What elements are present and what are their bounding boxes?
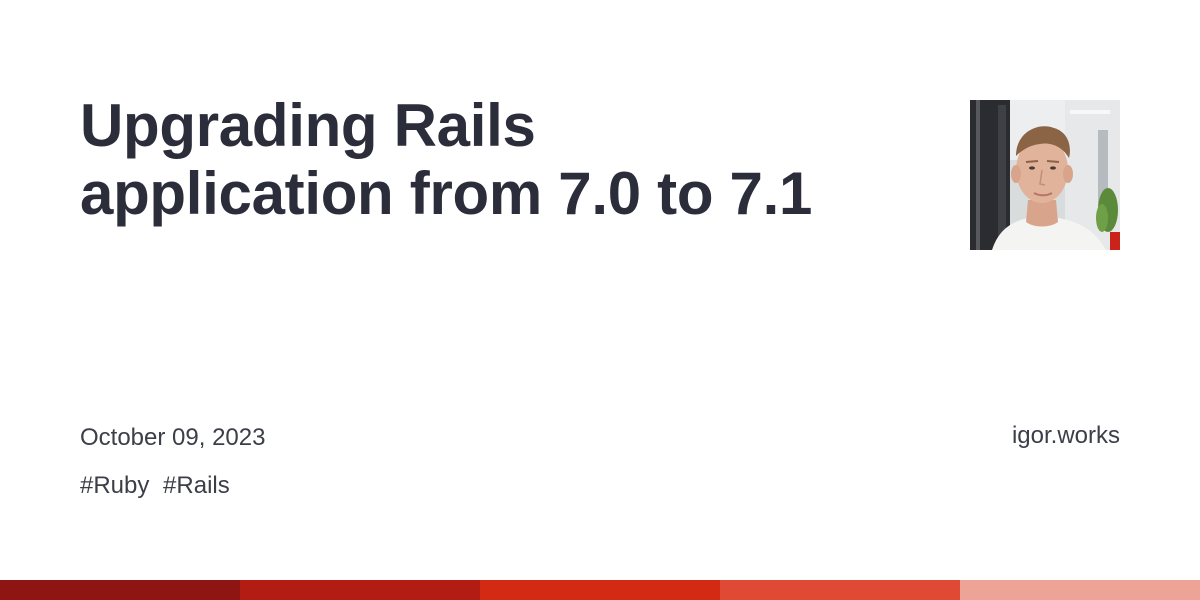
post-title: Upgrading Rails application from 7.0 to … (80, 92, 940, 228)
tag-ruby[interactable]: #Ruby (80, 472, 149, 499)
post-date: October 09, 2023 (80, 424, 266, 451)
stripe-segment-2 (240, 580, 480, 600)
stripe-segment-5 (960, 580, 1200, 600)
stripe-segment-4 (720, 580, 960, 600)
post-tags: #Ruby #Rails (80, 472, 230, 500)
tag-rails[interactable]: #Rails (163, 472, 230, 499)
site-name[interactable]: igor.works (1012, 422, 1120, 450)
author-avatar (970, 100, 1120, 250)
author-portrait-image (970, 100, 1120, 250)
post-title-line-2: application from 7.0 to 7.1 (80, 160, 813, 227)
stripe-segment-1 (0, 580, 240, 600)
bottom-color-stripe (0, 580, 1200, 600)
post-title-line-1: Upgrading Rails (80, 92, 536, 159)
stripe-segment-3 (480, 580, 720, 600)
